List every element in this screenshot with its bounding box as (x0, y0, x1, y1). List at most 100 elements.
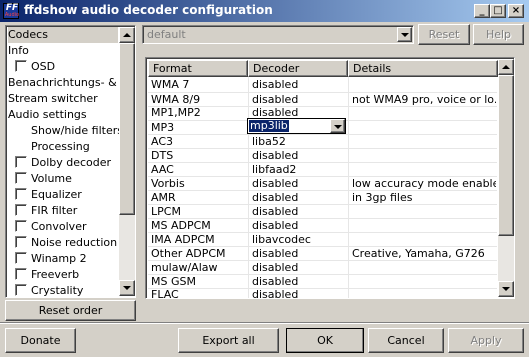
ok-button[interactable]: OK (286, 328, 364, 353)
table-row[interactable]: Vorbis disabled low accuracy mode enable..… (148, 177, 497, 191)
tree-item-codecs[interactable]: Codecs (8, 27, 118, 43)
cell-decoder[interactable]: disabled (252, 275, 348, 289)
reset-button[interactable]: Reset (418, 24, 470, 45)
tree-item-label: Info (8, 44, 29, 57)
table-row[interactable]: FLAC disabled (148, 288, 497, 298)
checkbox-crystality[interactable] (15, 284, 27, 296)
decoder-dropdown-button[interactable] (330, 119, 345, 133)
checkbox-equalizer[interactable] (15, 188, 27, 200)
tree-item-label: Winamp 2 (31, 252, 87, 265)
checkbox-freeverb[interactable] (15, 268, 27, 280)
table-row[interactable]: mulaw/Alaw disabled (148, 261, 497, 275)
table-row[interactable]: LPCM disabled (148, 205, 497, 219)
tree-item-show-hide-filters[interactable]: Show/hide filters (31, 123, 123, 139)
codec-list[interactable]: Format Decoder Details WMA 7 disabled WMA… (145, 57, 515, 299)
cell-decoder[interactable]: disabled (252, 288, 348, 298)
tree-item-freeverb[interactable]: Freeverb (15, 267, 79, 283)
preset-combo[interactable]: default (142, 25, 414, 44)
tree-item-crystality[interactable]: Crystality (15, 283, 83, 297)
cell-decoder[interactable]: disabled (252, 78, 348, 92)
scroll-down-button[interactable] (119, 280, 135, 296)
checkbox-winamp-2[interactable] (15, 252, 27, 264)
window-title: ffdshow audio decoder configuration (24, 3, 273, 17)
cell-decoder[interactable]: disabled (252, 205, 348, 219)
checkbox-osd[interactable] (15, 60, 27, 72)
checkbox-dolby-decoder[interactable] (15, 156, 27, 168)
cell-decoder[interactable]: disabled (252, 191, 348, 205)
tree-item-fir-filter[interactable]: FIR filter (15, 203, 77, 219)
tree-item-audio-settings[interactable]: Audio settings (8, 107, 87, 123)
minimize-icon: _ (479, 5, 485, 16)
column-header-format[interactable]: Format (148, 60, 248, 77)
table-row[interactable]: Other ADPCM disabled Creative, Yamaha, G72… (148, 247, 497, 261)
cell-decoder[interactable]: disabled (252, 219, 348, 233)
tree-item-label: Noise reduction (31, 236, 118, 249)
cell-decoder[interactable]: disabled (252, 93, 348, 107)
table-row[interactable]: WMA 8/9 disabled not WMA9 pro, voice or lo… (148, 93, 497, 107)
cell-decoder[interactable]: disabled (252, 177, 348, 191)
checkbox-volume[interactable] (15, 172, 27, 184)
table-row[interactable]: AAC libfaad2 (148, 163, 497, 177)
table-row[interactable]: WMA 7 disabled (148, 78, 497, 92)
list-scroll-thumb[interactable] (498, 75, 514, 236)
table-row[interactable]: MS ADPCM disabled (148, 219, 497, 233)
apply-button[interactable]: Apply (448, 328, 524, 353)
settings-tree[interactable]: Codecs Info OSD Benachrichtungs- & Dial … (5, 25, 136, 298)
tree-item-processing[interactable]: Processing (31, 139, 90, 155)
cell-decoder[interactable]: libfaad2 (252, 163, 348, 177)
ffdshow-app-icon[interactable]: FF Audio (3, 3, 19, 19)
cell-decoder[interactable]: disabled (252, 247, 348, 261)
tree-item-winamp-2[interactable]: Winamp 2 (15, 251, 87, 267)
apply-label: Apply (470, 334, 502, 347)
column-header-details[interactable]: Details (348, 60, 498, 77)
tree-item-notifications[interactable]: Benachrichtungs- & Dial (8, 75, 135, 91)
tree-item-noise-reduction[interactable]: Noise reduction (15, 235, 117, 251)
cell-decoder[interactable]: disabled (252, 261, 348, 275)
maximize-button[interactable]: □ (490, 4, 506, 18)
list-scroll-down-button[interactable] (498, 281, 514, 297)
table-row[interactable]: MS GSM disabled (148, 275, 497, 289)
cell-format: WMA 7 (151, 78, 190, 91)
cell-decoder[interactable]: disabled (252, 149, 348, 163)
table-row[interactable]: IMA ADPCM libavcodec (148, 233, 497, 247)
checkbox-noise-reduction[interactable] (15, 236, 27, 248)
tree-item-info[interactable]: Info (8, 43, 29, 59)
title-bar[interactable]: FF Audio ffdshow audio decoder configura… (0, 0, 529, 22)
reset-label: Reset (428, 28, 460, 41)
export-label: Export all settings (202, 334, 255, 347)
table-row[interactable]: AMR disabled in 3gp files (148, 191, 497, 205)
list-scroll-up-button[interactable] (498, 59, 514, 75)
column-header-decoder[interactable]: Decoder (248, 60, 348, 77)
checkbox-convolver[interactable] (15, 220, 27, 232)
reset-order-label: Reset order (38, 304, 103, 317)
export-all-settings-button[interactable]: Export all settings (178, 328, 279, 353)
table-row[interactable]: DTS disabled (148, 149, 497, 163)
reset-order-button[interactable]: Reset order (5, 300, 136, 321)
preset-dropdown-button[interactable] (397, 27, 412, 42)
tree-scrollbar[interactable] (119, 27, 135, 296)
tree-item-label: Equalizer (31, 188, 82, 201)
tree-item-osd[interactable]: OSD (15, 59, 55, 75)
cell-format: LPCM (151, 205, 181, 218)
scroll-thumb[interactable] (119, 43, 135, 215)
tree-item-volume[interactable]: Volume (15, 171, 72, 187)
tree-item-convolver[interactable]: Convolver (15, 219, 86, 235)
column-header-label: Details (353, 62, 392, 75)
cell-format: IMA ADPCM (151, 233, 215, 246)
close-button[interactable]: × (508, 4, 524, 18)
list-scrollbar[interactable] (498, 59, 514, 297)
tree-item-dolby-decoder[interactable]: Dolby decoder (15, 155, 111, 171)
cancel-button[interactable]: Cancel (368, 328, 444, 353)
checkbox-fir-filter[interactable] (15, 204, 27, 216)
table-row[interactable]: AC3 liba52 (148, 135, 497, 149)
donate-button[interactable]: Donate (5, 328, 76, 353)
cell-decoder[interactable]: liba52 (252, 135, 348, 149)
cell-decoder[interactable]: libavcodec (252, 233, 348, 247)
minimize-button[interactable]: _ (474, 4, 490, 18)
decoder-dropdown[interactable]: mp3lib (247, 118, 346, 134)
scroll-up-button[interactable] (119, 27, 135, 43)
tree-item-stream-switcher[interactable]: Stream switcher (8, 91, 98, 107)
help-button[interactable]: Help (473, 24, 524, 45)
up-arrow-icon (502, 65, 510, 69)
tree-item-equalizer[interactable]: Equalizer (15, 187, 82, 203)
